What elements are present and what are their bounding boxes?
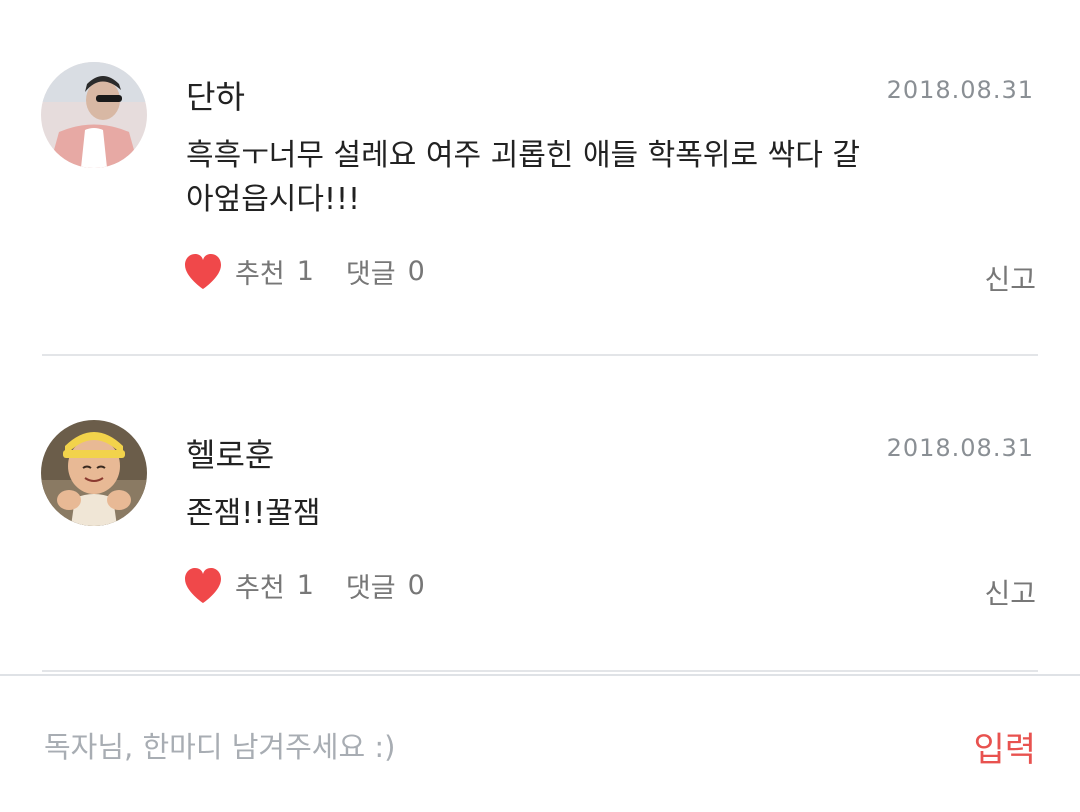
comment-date: 2018.08.31	[886, 76, 1034, 104]
comment-item: 단하 2018.08.31 흑흑ㅜ너무 설레요 여주 괴롭힌 애들 학폭위로 싹…	[0, 0, 1080, 356]
user-photo	[41, 420, 147, 526]
comment-item: 헬로훈 2018.08.31 존잼!!꿀잼 추천 1 댓글 0 신고	[0, 356, 1080, 674]
like-label[interactable]: 추천	[235, 566, 285, 605]
comment-author[interactable]: 헬로훈	[186, 430, 274, 476]
comment-text: 존잼!!꿀잼	[186, 496, 321, 531]
heart-icon[interactable]	[183, 253, 223, 291]
report-button[interactable]: 신고	[984, 258, 1036, 298]
comment-date: 2018.08.31	[886, 434, 1034, 462]
like-count: 1	[296, 570, 314, 601]
comment-text: 흑흑ㅜ너무 설레요 여주 괴롭힌 애들 학폭위로 싹다 갈아엎읍시다!!!	[186, 138, 860, 217]
comment-input[interactable]	[44, 724, 904, 770]
like-label[interactable]: 추천	[235, 252, 285, 291]
divider	[42, 670, 1038, 672]
reply-label[interactable]: 댓글	[346, 566, 396, 605]
avatar[interactable]	[41, 62, 147, 168]
heart-icon[interactable]	[183, 567, 223, 605]
comment-input-bar: 입력	[0, 674, 1080, 812]
avatar[interactable]	[41, 420, 147, 526]
reply-count: 0	[407, 256, 425, 287]
report-button[interactable]: 신고	[984, 572, 1036, 612]
comment-actions: 추천 1 댓글 0	[183, 566, 425, 605]
reply-count: 0	[407, 570, 425, 601]
user-photo	[41, 62, 147, 168]
comment-author[interactable]: 단하	[186, 72, 245, 118]
reply-label[interactable]: 댓글	[346, 252, 396, 291]
comment-actions: 추천 1 댓글 0	[183, 252, 425, 291]
like-count: 1	[296, 256, 314, 287]
submit-button[interactable]: 입력	[973, 722, 1036, 771]
